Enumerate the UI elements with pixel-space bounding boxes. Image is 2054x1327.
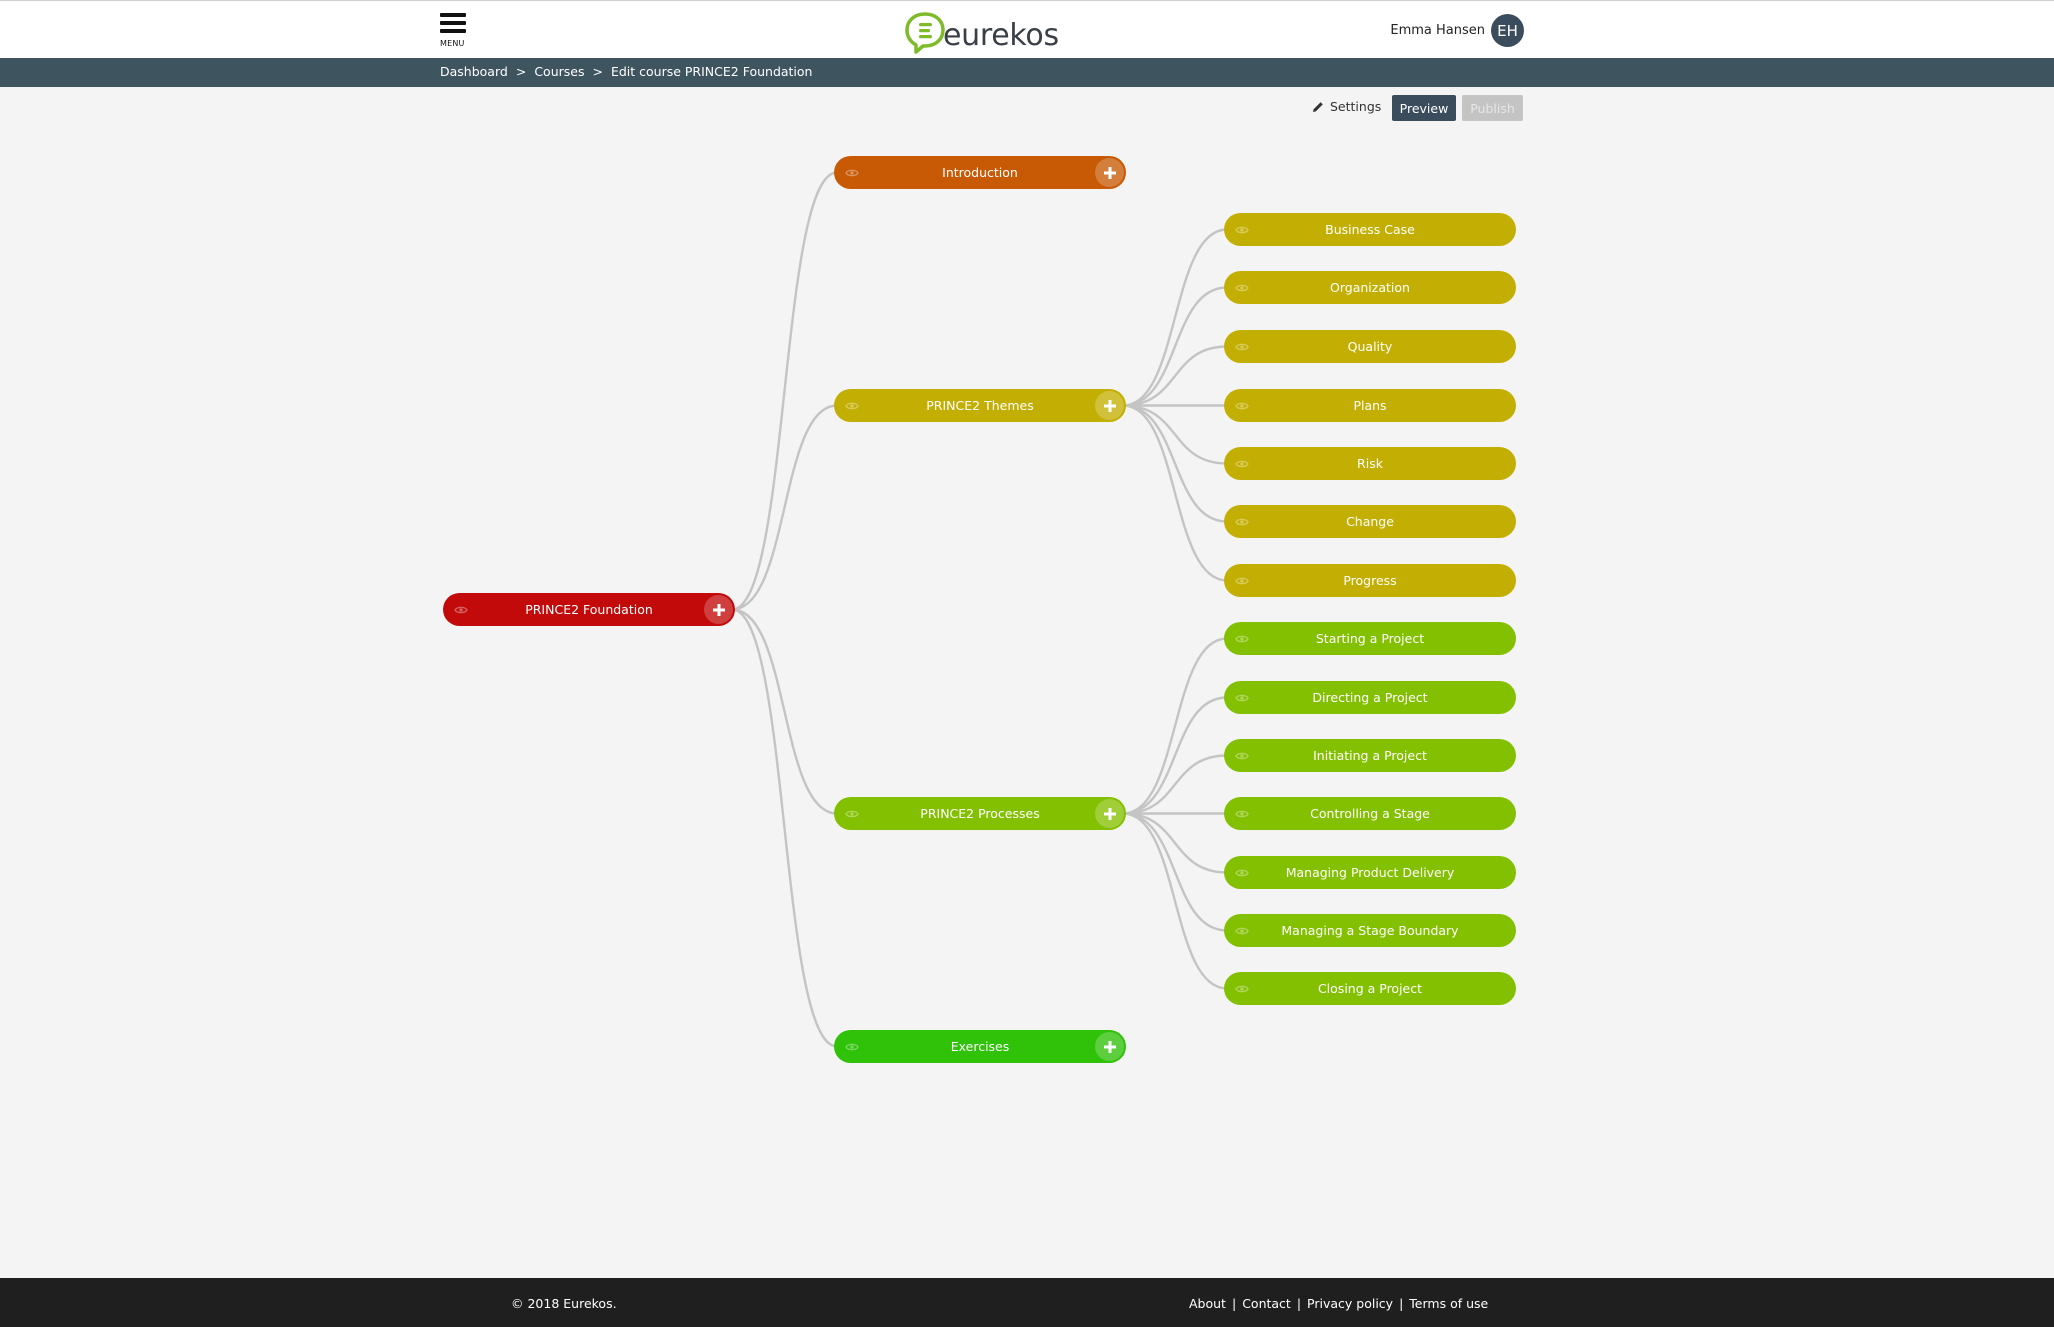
node-label: Controlling a Stage bbox=[1310, 806, 1430, 821]
connector-line bbox=[731, 404, 838, 611]
visibility-eye-icon[interactable] bbox=[1235, 924, 1249, 939]
connector-line bbox=[1122, 812, 1228, 874]
connector-line bbox=[1122, 696, 1228, 815]
visibility-eye-icon[interactable] bbox=[845, 1040, 859, 1055]
mindmap-node-organization[interactable]: Organization bbox=[1224, 271, 1516, 304]
visibility-eye-icon[interactable] bbox=[1235, 807, 1249, 822]
node-label: Initiating a Project bbox=[1313, 748, 1427, 763]
footer-link-terms-of-use[interactable]: Terms of use bbox=[1409, 1296, 1488, 1311]
connector-line bbox=[1122, 345, 1228, 407]
add-child-plus-icon[interactable] bbox=[1095, 158, 1124, 187]
mindmap-node-managing-a-stage-boundary[interactable]: Managing a Stage Boundary bbox=[1224, 914, 1516, 947]
visibility-eye-icon[interactable] bbox=[845, 807, 859, 822]
visibility-eye-icon[interactable] bbox=[1235, 632, 1249, 647]
mindmap-node-directing-a-project[interactable]: Directing a Project bbox=[1224, 681, 1516, 714]
node-label: PRINCE2 Foundation bbox=[525, 602, 653, 617]
node-label: PRINCE2 Themes bbox=[926, 398, 1034, 413]
connector-line bbox=[1122, 812, 1228, 932]
mindmap-node-quality[interactable]: Quality bbox=[1224, 330, 1516, 363]
add-child-plus-icon[interactable] bbox=[1095, 1032, 1124, 1061]
visibility-eye-icon[interactable] bbox=[1235, 574, 1249, 589]
connector-line bbox=[1122, 754, 1228, 815]
node-label: Introduction bbox=[942, 165, 1018, 180]
visibility-eye-icon[interactable] bbox=[1235, 223, 1249, 238]
visibility-eye-icon[interactable] bbox=[1235, 749, 1249, 764]
mindmap-node-exercises[interactable]: Exercises bbox=[834, 1030, 1126, 1063]
connector-line bbox=[731, 171, 838, 611]
connector-line bbox=[1122, 404, 1228, 582]
node-label: Directing a Project bbox=[1312, 690, 1428, 705]
footer-divider: | bbox=[1399, 1296, 1404, 1311]
connector-line bbox=[1122, 637, 1228, 815]
footer: © 2018 Eurekos. About | Contact | Privac… bbox=[0, 1278, 2054, 1327]
mindmap-node-root[interactable]: PRINCE2 Foundation bbox=[443, 593, 735, 626]
add-child-plus-icon[interactable] bbox=[704, 595, 733, 624]
footer-link-privacy-policy[interactable]: Privacy policy bbox=[1307, 1296, 1393, 1311]
mindmap-node-prince2-processes[interactable]: PRINCE2 Processes bbox=[834, 797, 1126, 830]
node-label: Plans bbox=[1353, 398, 1387, 413]
node-label: Managing Product Delivery bbox=[1285, 865, 1455, 880]
visibility-eye-icon[interactable] bbox=[845, 166, 859, 181]
connector-line bbox=[1122, 404, 1228, 523]
node-label: Closing a Project bbox=[1317, 981, 1423, 996]
copyright-text: © 2018 Eurekos. bbox=[511, 1296, 617, 1311]
visibility-eye-icon[interactable] bbox=[1235, 399, 1249, 414]
node-label: Risk bbox=[1357, 456, 1383, 471]
visibility-eye-icon[interactable] bbox=[1235, 691, 1249, 706]
node-label: Managing a Stage Boundary bbox=[1281, 923, 1459, 938]
node-label: Starting a Project bbox=[1315, 631, 1425, 646]
footer-divider: | bbox=[1296, 1296, 1302, 1311]
visibility-eye-icon[interactable] bbox=[1235, 340, 1249, 355]
mindmap-node-closing-a-project[interactable]: Closing a Project bbox=[1224, 972, 1516, 1005]
node-label: Quality bbox=[1347, 339, 1393, 354]
node-label: PRINCE2 Processes bbox=[920, 806, 1040, 821]
mindmap-node-business-case[interactable]: Business Case bbox=[1224, 213, 1516, 246]
mindmap-node-introduction[interactable]: Introduction bbox=[834, 156, 1126, 189]
mindmap-node-plans[interactable]: Plans bbox=[1224, 389, 1516, 422]
node-label: Business Case bbox=[1325, 222, 1415, 237]
connector-line bbox=[731, 608, 838, 1048]
connector-line bbox=[1122, 404, 1228, 465]
connector-line bbox=[1122, 286, 1228, 407]
mindmap-node-prince2-themes[interactable]: PRINCE2 Themes bbox=[834, 389, 1126, 422]
connector-line bbox=[1122, 812, 1228, 990]
footer-link-contact[interactable]: Contact bbox=[1242, 1296, 1291, 1311]
add-child-plus-icon[interactable] bbox=[1095, 799, 1124, 828]
node-label: Organization bbox=[1330, 280, 1410, 295]
mindmap-node-initiating-a-project[interactable]: Initiating a Project bbox=[1224, 739, 1516, 772]
node-label: Exercises bbox=[950, 1039, 1010, 1054]
mindmap-node-risk[interactable]: Risk bbox=[1224, 447, 1516, 480]
mindmap-connectors bbox=[731, 171, 1228, 1048]
node-label: Progress bbox=[1343, 573, 1397, 588]
visibility-eye-icon[interactable] bbox=[454, 603, 468, 618]
mindmap-node-managing-product-delivery[interactable]: Managing Product Delivery bbox=[1224, 856, 1516, 889]
visibility-eye-icon[interactable] bbox=[1235, 281, 1249, 296]
visibility-eye-icon[interactable] bbox=[845, 399, 859, 414]
connector-line bbox=[731, 608, 838, 815]
node-label: Change bbox=[1346, 514, 1394, 529]
footer-link-about[interactable]: About bbox=[1189, 1296, 1226, 1311]
visibility-eye-icon[interactable] bbox=[1235, 515, 1249, 530]
footer-divider: | bbox=[1231, 1296, 1237, 1311]
visibility-eye-icon[interactable] bbox=[1235, 866, 1249, 881]
add-child-plus-icon[interactable] bbox=[1095, 391, 1124, 420]
mindmap-node-change[interactable]: Change bbox=[1224, 505, 1516, 538]
mindmap-node-progress[interactable]: Progress bbox=[1224, 564, 1516, 597]
visibility-eye-icon[interactable] bbox=[1235, 457, 1249, 472]
connector-line bbox=[1122, 228, 1228, 407]
footer-links: About | Contact | Privacy policy | Terms… bbox=[1189, 1296, 1488, 1311]
visibility-eye-icon[interactable] bbox=[1235, 982, 1249, 997]
mindmap-node-controlling-a-stage[interactable]: Controlling a Stage bbox=[1224, 797, 1516, 830]
mindmap-node-starting-a-project[interactable]: Starting a Project bbox=[1224, 622, 1516, 655]
